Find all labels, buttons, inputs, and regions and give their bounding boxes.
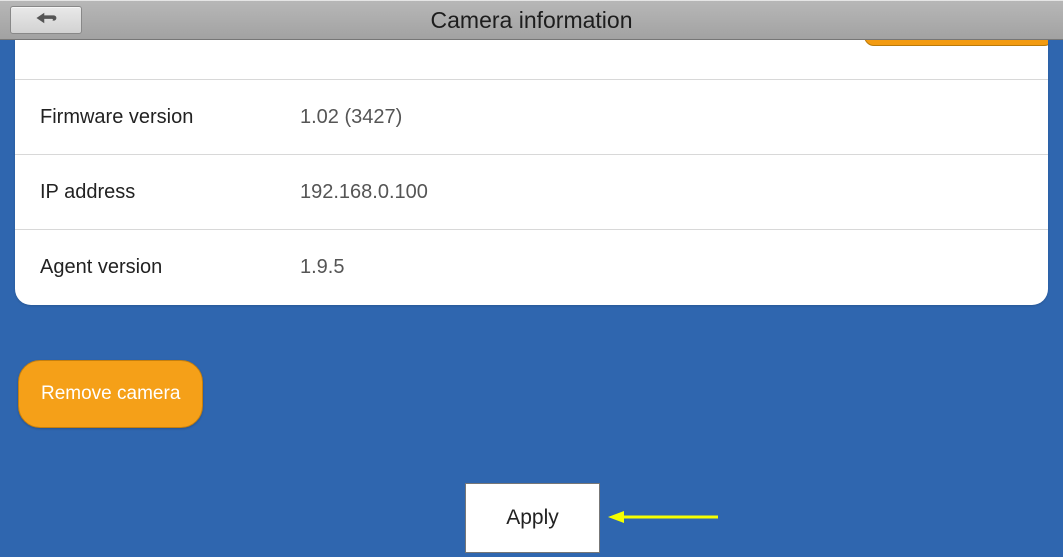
info-value-agent: 1.9.5 xyxy=(300,256,344,279)
info-label-agent: Agent version xyxy=(40,256,300,279)
apply-label: Apply xyxy=(506,506,559,530)
info-row: Agent version 1.9.5 xyxy=(15,230,1048,305)
annotation-arrow-icon xyxy=(608,507,718,527)
card-top-row xyxy=(15,40,1048,80)
remove-camera-label: Remove camera xyxy=(41,383,180,405)
partial-button-edge xyxy=(864,40,1048,46)
top-bar: Camera information xyxy=(0,0,1063,40)
info-value-firmware: 1.02 (3427) xyxy=(300,106,402,129)
info-card: Firmware version 1.02 (3427) IP address … xyxy=(15,40,1048,305)
info-value-ip: 192.168.0.100 xyxy=(300,181,428,204)
remove-camera-button[interactable]: Remove camera xyxy=(18,360,203,428)
info-label-firmware: Firmware version xyxy=(40,106,300,129)
info-label-ip: IP address xyxy=(40,181,300,204)
info-row: IP address 192.168.0.100 xyxy=(15,155,1048,230)
page-title: Camera information xyxy=(0,7,1063,34)
back-button[interactable] xyxy=(10,6,82,34)
info-row: Firmware version 1.02 (3427) xyxy=(15,80,1048,155)
back-arrow-icon xyxy=(33,9,59,32)
apply-button[interactable]: Apply xyxy=(465,483,600,553)
